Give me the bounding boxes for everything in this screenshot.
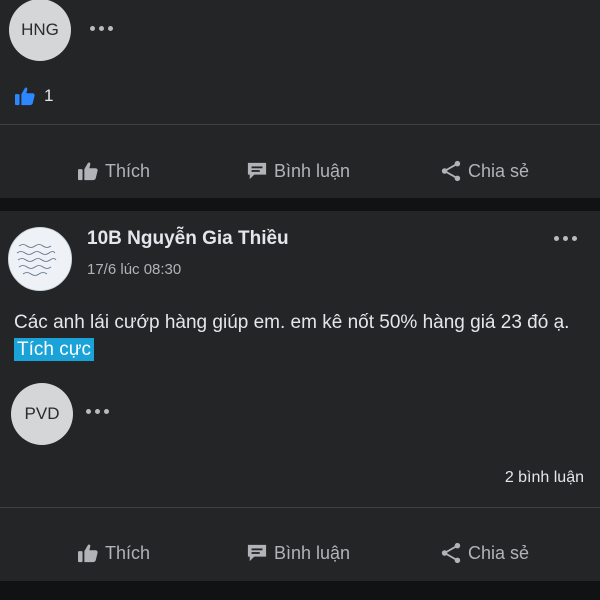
like-button[interactable]: Thích: [77, 151, 150, 191]
comment-icon: [247, 162, 267, 180]
post-card-1: HNG 1 Thích Bình luận Chia sẻ: [0, 0, 600, 198]
commenter-initials: HNG: [21, 20, 59, 39]
share-label: Chia sẻ: [468, 542, 530, 563]
divider: [0, 507, 600, 508]
sentiment-tag: Tích cực: [14, 338, 94, 361]
like-icon: [15, 87, 35, 106]
action-bar: Thích Bình luận Chia sẻ: [0, 533, 600, 573]
more-options-icon[interactable]: [86, 409, 109, 414]
share-button[interactable]: Chia sẻ: [440, 151, 529, 191]
comment-label: Bình luận: [274, 160, 351, 181]
feed-gap: [0, 581, 600, 600]
comment-count[interactable]: 2 bình luận: [505, 469, 584, 487]
comment-label: Bình luận: [274, 542, 351, 563]
comment-button[interactable]: Bình luận: [246, 151, 350, 191]
comment-icon: [247, 544, 267, 562]
divider: [0, 124, 600, 125]
commenter-avatar[interactable]: PVD: [11, 383, 73, 445]
post-timestamp[interactable]: 17/6 lúc 08:30: [87, 261, 181, 278]
reaction-summary[interactable]: 1: [14, 86, 53, 106]
like-label: Thích: [105, 160, 151, 181]
more-options-icon[interactable]: [90, 26, 113, 31]
like-label: Thích: [105, 542, 151, 563]
share-label: Chia sẻ: [468, 160, 530, 181]
more-options-icon[interactable]: [554, 236, 577, 241]
share-icon: [441, 160, 461, 182]
post-body: Các anh lái cướp hàng giúp em. em kê nốt…: [14, 309, 584, 363]
thumbs-up-icon: [78, 162, 98, 181]
share-icon: [441, 542, 461, 564]
share-button[interactable]: Chia sẻ: [440, 533, 529, 573]
action-bar: Thích Bình luận Chia sẻ: [0, 151, 600, 191]
commenter-avatar[interactable]: HNG: [9, 0, 71, 61]
post-text: Các anh lái cướp hàng giúp em. em kê nốt…: [14, 312, 570, 333]
author-avatar[interactable]: [8, 227, 72, 291]
like-button[interactable]: Thích: [77, 533, 150, 573]
handwriting-avatar-image: [9, 228, 71, 290]
commenter-initials: PVD: [24, 404, 60, 423]
thumbs-up-icon: [78, 544, 98, 563]
post-author[interactable]: 10B Nguyễn Gia Thiều: [87, 228, 289, 250]
post-card-2: 10B Nguyễn Gia Thiều 17/6 lúc 08:30 Các …: [0, 211, 600, 581]
comment-button[interactable]: Bình luận: [246, 533, 350, 573]
like-count: 1: [44, 86, 54, 105]
